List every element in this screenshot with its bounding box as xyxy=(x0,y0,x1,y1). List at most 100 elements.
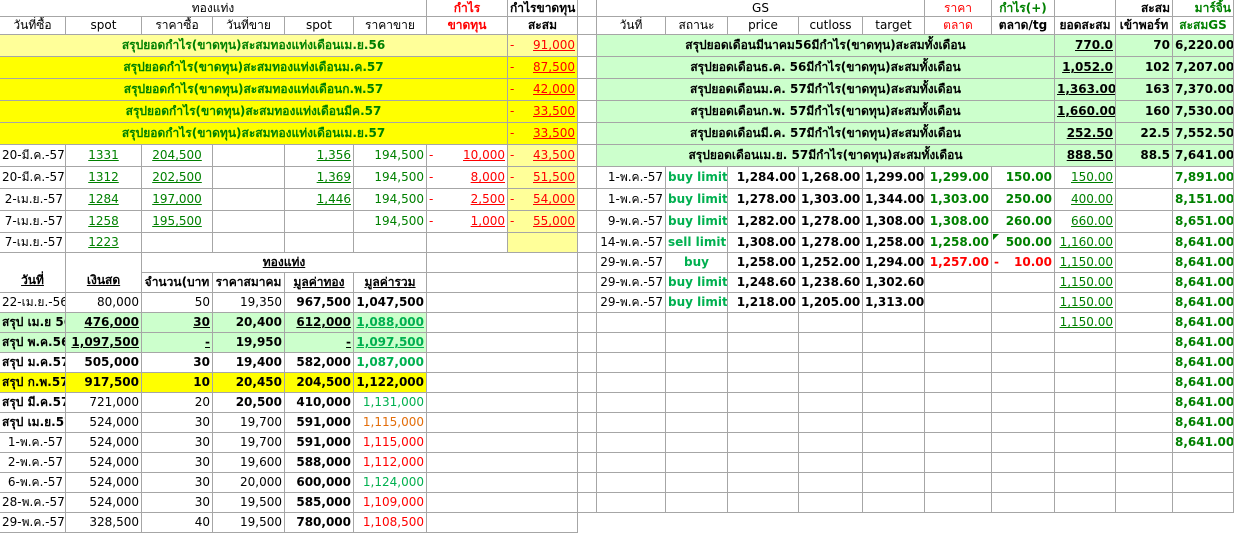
row-assoc[interactable]: 19,700 xyxy=(213,413,285,433)
trade-total[interactable]: 400.00 xyxy=(1055,189,1116,211)
trade-date[interactable]: 7-เม.ย.-57 xyxy=(0,211,66,233)
row-date[interactable]: 6-พ.ค.-57 xyxy=(0,473,66,493)
blank-cell[interactable] xyxy=(799,313,863,333)
blank-cell[interactable] xyxy=(666,413,728,433)
trade-sell-date[interactable] xyxy=(213,167,285,189)
header-cutloss[interactable]: cutloss xyxy=(799,17,863,35)
trade-price[interactable]: 1,248.60 xyxy=(728,273,799,293)
header-price[interactable]: ราคา xyxy=(925,0,992,17)
trade-spot[interactable]: 1331 xyxy=(66,145,142,167)
trade-status[interactable]: buy limit xyxy=(666,211,728,233)
trade-status[interactable]: buy limit xyxy=(666,189,728,211)
section2-header-cash[interactable]: เงินสด xyxy=(66,271,142,293)
section2-header-total[interactable]: มูลค่ารวม xyxy=(354,273,427,293)
blank-cell[interactable] xyxy=(925,353,992,373)
trade-status[interactable]: buy limit xyxy=(666,167,728,189)
trade-market[interactable]: 1,258.00 xyxy=(925,233,992,253)
blank-cell[interactable] xyxy=(1116,353,1173,373)
trade-sell-date[interactable] xyxy=(213,189,285,211)
trade-market[interactable]: 1,308.00 xyxy=(925,211,992,233)
blank-cell[interactable] xyxy=(863,333,925,353)
row-gold-value[interactable]: 600,000 xyxy=(285,473,354,493)
blank-cell[interactable] xyxy=(578,393,597,413)
row-cash[interactable]: 721,000 xyxy=(66,393,142,413)
trade-date[interactable]: 2-เม.ย.-57 xyxy=(0,189,66,211)
blank-cell[interactable] xyxy=(799,413,863,433)
trade-date[interactable]: 9-พ.ค.-57 xyxy=(597,211,666,233)
extra-gs[interactable]: 8,641.00 xyxy=(1173,393,1234,413)
blank-cell[interactable] xyxy=(597,453,666,473)
summary-value[interactable]: - 91,000 xyxy=(508,35,578,57)
summary-total[interactable]: 888.50 xyxy=(1055,145,1116,167)
trade-market[interactable]: 1,257.00 xyxy=(925,253,992,273)
blank-cell[interactable] xyxy=(925,413,992,433)
blank-cell[interactable] xyxy=(992,433,1055,453)
trade-total[interactable]: 1,150.00 xyxy=(1055,253,1116,273)
trade-price[interactable]: 1,258.00 xyxy=(728,253,799,273)
blank-cell[interactable] xyxy=(728,413,799,433)
trade-profit[interactable]: 500.00 xyxy=(992,233,1055,253)
blank-cell[interactable] xyxy=(925,433,992,453)
blank-cell[interactable] xyxy=(597,493,666,513)
trade-profit[interactable]: 250.00 xyxy=(992,189,1055,211)
blank-cell[interactable] xyxy=(427,373,578,393)
summary-label[interactable]: สรุปยอดเดือนมีนาคม56มีกำไร(ขาดทุน)สะสมทั… xyxy=(597,35,1055,57)
blank-cell[interactable] xyxy=(992,373,1055,393)
trade-sell-price[interactable]: 194,500 xyxy=(354,211,427,233)
summary-port[interactable]: 88.5 xyxy=(1116,145,1173,167)
summary-gs[interactable]: 7,641.00 xyxy=(1173,145,1234,167)
row-total[interactable]: 1,115,000 xyxy=(354,433,427,453)
blank-cell[interactable] xyxy=(1055,413,1116,433)
row-cash[interactable]: 524,000 xyxy=(66,453,142,473)
trade-sell-price[interactable]: 194,500 xyxy=(354,189,427,211)
row-gold-value[interactable]: 204,500 xyxy=(285,373,354,393)
blank-cell[interactable] xyxy=(863,453,925,473)
blank-cell[interactable] xyxy=(578,233,597,253)
blank-cell[interactable] xyxy=(863,313,925,333)
blank-cell[interactable] xyxy=(925,333,992,353)
row-total[interactable]: 1,115,000 xyxy=(354,413,427,433)
header-loss[interactable]: ขาดทุน xyxy=(427,17,508,35)
blank-cell[interactable] xyxy=(578,35,597,57)
header-port[interactable]: เข้าพอร์ท xyxy=(1116,17,1173,35)
blank-cell[interactable] xyxy=(992,413,1055,433)
blank-cell[interactable] xyxy=(992,393,1055,413)
trade-total[interactable]: 660.00 xyxy=(1055,211,1116,233)
trade-spot2[interactable] xyxy=(285,233,354,253)
blank-cell[interactable] xyxy=(427,273,578,293)
blank-cell[interactable] xyxy=(666,353,728,373)
trade-market[interactable] xyxy=(925,273,992,293)
blank-cell[interactable] xyxy=(799,453,863,473)
trade-sell-price[interactable]: 194,500 xyxy=(354,145,427,167)
row-gold-value[interactable]: - xyxy=(285,333,354,353)
blank-cell[interactable] xyxy=(578,101,597,123)
blank-cell[interactable] xyxy=(728,313,799,333)
blank-cell[interactable] xyxy=(1116,493,1173,513)
trade-sell-price[interactable]: 194,500 xyxy=(354,167,427,189)
trade-date[interactable]: 29-พ.ค.-57 xyxy=(597,273,666,293)
blank-cell[interactable] xyxy=(799,333,863,353)
blank-cell[interactable] xyxy=(799,493,863,513)
row-gold-value[interactable]: 588,000 xyxy=(285,453,354,473)
row-total[interactable]: 1,097,500 xyxy=(354,333,427,353)
summary-total[interactable]: 1,363.00 xyxy=(1055,79,1116,101)
row-assoc[interactable]: 19,400 xyxy=(213,353,285,373)
blank-cell[interactable] xyxy=(925,453,992,473)
header-price[interactable]: price xyxy=(728,17,799,35)
blank-cell[interactable] xyxy=(728,453,799,473)
trade-target[interactable]: 1,258.00 xyxy=(863,233,925,253)
trade-profit[interactable]: 150.00 xyxy=(992,167,1055,189)
trade-buy-price[interactable]: 197,000 xyxy=(142,189,213,211)
blank-cell[interactable] xyxy=(427,353,578,373)
row-date[interactable]: สรุป เม.ย 56 xyxy=(0,313,66,333)
summary-total[interactable]: 770.0 xyxy=(1055,35,1116,57)
trade-date[interactable]: 20-มี.ค.-57 xyxy=(0,145,66,167)
trade-cutloss[interactable]: 1,278.00 xyxy=(799,233,863,253)
blank-cell[interactable] xyxy=(992,453,1055,473)
row-qty[interactable]: 10 xyxy=(142,373,213,393)
blank-cell[interactable] xyxy=(728,433,799,453)
trade-gs[interactable]: 8,651.00 xyxy=(1173,211,1234,233)
trade-spot2[interactable] xyxy=(285,211,354,233)
blank-cell[interactable] xyxy=(578,413,597,433)
header-cum[interactable]: กำไรขาดทุน xyxy=(508,0,578,17)
